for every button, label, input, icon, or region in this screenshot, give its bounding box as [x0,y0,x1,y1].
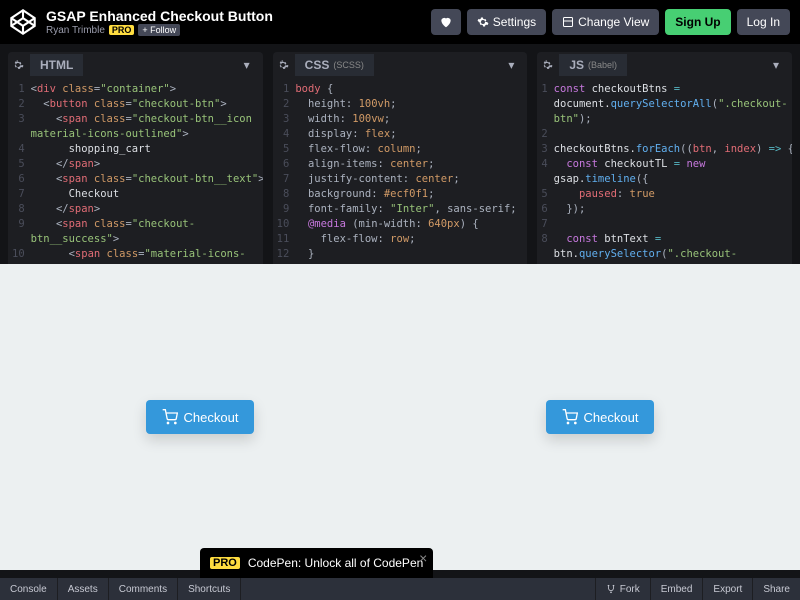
css-title: CSS (SCSS) [295,54,374,76]
settings-button[interactable]: Settings [467,9,546,35]
gear-icon[interactable] [537,55,557,75]
editors-row: HTML ▾ 123 456789 10 1112 <div class="co… [0,44,800,264]
gear-icon[interactable] [273,55,293,75]
js-editor-header: JS (Babel) ▾ [537,52,792,78]
checkout-button[interactable]: Checkout [546,400,655,434]
shopping-cart-icon [162,409,178,425]
author-row: Ryan Trimble PRO + Follow [46,24,431,36]
comments-button[interactable]: Comments [109,578,178,600]
export-button[interactable]: Export [702,578,752,600]
shortcuts-button[interactable]: Shortcuts [178,578,241,600]
gear-icon[interactable] [8,55,28,75]
change-view-button[interactable]: Change View [552,9,659,35]
chevron-down-icon[interactable]: ▾ [501,55,521,75]
chevron-down-icon[interactable]: ▾ [237,55,257,75]
follow-button[interactable]: + Follow [138,24,180,36]
sign-up-button[interactable]: Sign Up [665,9,730,35]
promo-text: CodePen: Unlock all of CodePen [248,556,423,570]
app-header: GSAP Enhanced Checkout Button Ryan Trimb… [0,0,800,44]
preview-pane: Checkout Checkout [0,264,800,570]
fork-button[interactable]: Fork [595,578,650,600]
author-name[interactable]: Ryan Trimble [46,25,105,36]
pro-badge: PRO [109,25,135,35]
header-buttons: Settings Change View Sign Up Log In [431,9,790,35]
css-code-area[interactable]: 1234567891011121314 body { height: 100vh… [273,78,528,264]
js-editor: JS (Babel) ▾ 1 234 5678 9 const checkout… [537,52,792,264]
console-button[interactable]: Console [0,578,58,600]
love-button[interactable] [431,9,461,35]
html-editor: HTML ▾ 123 456789 10 1112 <div class="co… [8,52,263,264]
promo-banner[interactable]: PRO CodePen: Unlock all of CodePen × [200,548,433,578]
codepen-logo[interactable] [10,9,36,35]
html-code-area[interactable]: 123 456789 10 1112 <div class="container… [8,78,263,264]
embed-button[interactable]: Embed [650,578,703,600]
log-in-button[interactable]: Log In [737,9,790,35]
js-code-area[interactable]: 1 234 5678 9 const checkoutBtns = docume… [537,78,792,264]
title-area: GSAP Enhanced Checkout Button Ryan Trimb… [46,8,431,36]
checkout-label: Checkout [184,410,239,425]
pen-title: GSAP Enhanced Checkout Button [46,8,431,24]
assets-button[interactable]: Assets [58,578,109,600]
share-button[interactable]: Share [752,578,800,600]
app-footer: Console Assets Comments Shortcuts Fork E… [0,578,800,600]
html-title: HTML [30,54,83,76]
js-title: JS (Babel) [559,54,627,76]
html-editor-header: HTML ▾ [8,52,263,78]
chevron-down-icon[interactable]: ▾ [766,55,786,75]
close-icon[interactable]: × [419,550,427,566]
pro-badge: PRO [210,557,240,569]
checkout-button[interactable]: Checkout [146,400,255,434]
shopping-cart-icon [562,409,578,425]
css-editor-header: CSS (SCSS) ▾ [273,52,528,78]
css-editor: CSS (SCSS) ▾ 1234567891011121314 body { … [273,52,528,264]
checkout-label: Checkout [584,410,639,425]
